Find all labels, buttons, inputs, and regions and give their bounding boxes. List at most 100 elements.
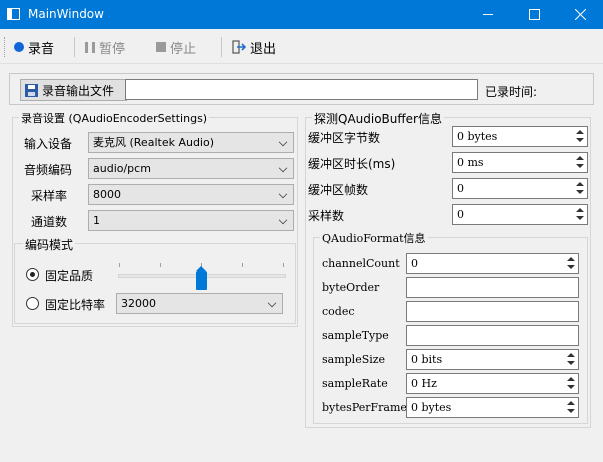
chevron-down-icon <box>278 215 288 225</box>
exit-button[interactable]: 退出 <box>232 38 276 57</box>
byte-order-field[interactable] <box>406 277 579 298</box>
spin-buttons[interactable] <box>565 399 577 416</box>
format-sample-rate-label: sampleRate <box>322 377 388 390</box>
spin-up-icon <box>576 156 584 160</box>
minimize-button[interactable] <box>465 0 511 29</box>
slider-tick <box>160 263 161 267</box>
encoder-settings-group: 录音设置 (QAudioEncoderSettings) 输入设备 麦克风 (R… <box>12 110 298 327</box>
byte-count-value: 0 bytes <box>457 130 498 143</box>
spin-up-icon <box>576 130 584 134</box>
sample-rate-label: 采样率 <box>31 189 68 203</box>
pause-icon <box>85 41 95 53</box>
chevron-down-icon <box>278 137 288 147</box>
output-file-button-label: 录音输出文件 <box>42 83 115 98</box>
fixed-quality-radio[interactable] <box>26 268 39 281</box>
bitrate-select[interactable]: 32000 <box>116 293 283 314</box>
pause-button[interactable]: 暂停 <box>85 38 126 57</box>
spin-buttons[interactable] <box>574 128 586 145</box>
duration-spinbox[interactable]: 0 ms <box>452 152 588 173</box>
bytes-per-frame-value: 0 bytes <box>411 401 452 414</box>
codec-select[interactable]: audio/pcm <box>88 158 294 179</box>
spin-up-icon <box>576 208 584 212</box>
audio-buffer-title: 探测QAudioBuffer信息 <box>312 110 444 127</box>
pause-label: 暂停 <box>99 41 126 57</box>
audio-buffer-group: 探测QAudioBuffer信息 缓冲区字节数 0 bytes 缓冲区时长(ms… <box>305 110 591 428</box>
sample-count-label: 采样数 <box>308 209 345 223</box>
duration-label: 缓冲区时长(ms) <box>308 157 396 171</box>
input-device-label: 输入设备 <box>24 137 73 151</box>
save-icon <box>25 83 38 97</box>
format-codec-field[interactable] <box>406 301 579 322</box>
spin-down-icon <box>576 164 584 168</box>
sample-size-value: 0 bits <box>411 353 443 366</box>
fixed-quality-label: 固定品质 <box>45 269 94 283</box>
app-window-icon <box>7 8 20 20</box>
chevron-down-icon <box>278 163 288 173</box>
format-sample-rate-spinbox[interactable]: 0 Hz <box>406 373 579 394</box>
spin-up-icon <box>567 353 575 357</box>
encoder-settings-title: 录音设置 (QAudioEncoderSettings) <box>19 110 210 126</box>
sample-type-label: sampleType <box>322 329 389 342</box>
spin-buttons[interactable] <box>565 375 577 392</box>
toolbar-grip[interactable] <box>4 37 7 57</box>
format-sample-rate-value: 0 Hz <box>411 377 437 390</box>
format-codec-label: codec <box>322 305 355 318</box>
stop-icon <box>156 42 166 52</box>
spin-down-icon <box>576 138 584 142</box>
frame-count-value: 0 <box>457 182 464 195</box>
channels-select[interactable]: 1 <box>88 210 294 231</box>
output-path-input[interactable] <box>125 79 478 100</box>
fixed-bitrate-label: 固定比特率 <box>45 298 106 312</box>
spin-up-icon <box>576 182 584 186</box>
sample-count-spinbox[interactable]: 0 <box>452 204 588 225</box>
output-file-frame: 录音输出文件 已录时间: <box>9 73 594 105</box>
channels-label: 通道数 <box>31 215 68 229</box>
audio-format-group: QAudioFormat信息 channelCount 0 byteOrder … <box>313 230 588 424</box>
spin-up-icon <box>567 377 575 381</box>
sample-rate-value: 8000 <box>93 188 121 201</box>
codec-value: audio/pcm <box>93 162 151 175</box>
chevron-down-icon <box>267 298 277 308</box>
frame-count-label: 缓冲区帧数 <box>308 183 369 197</box>
spin-buttons[interactable] <box>565 351 577 368</box>
maximize-button[interactable] <box>511 0 557 29</box>
channels-value: 1 <box>93 214 100 227</box>
encoding-mode-group: 编码模式 固定品质 固定比特率 32000 <box>14 236 296 324</box>
stop-button[interactable]: 停止 <box>156 38 196 57</box>
spin-buttons[interactable] <box>565 255 577 272</box>
sample-size-spinbox[interactable]: 0 bits <box>406 349 579 370</box>
channel-count-value: 0 <box>411 257 418 270</box>
spin-down-icon <box>567 361 575 365</box>
chevron-down-icon <box>278 189 288 199</box>
spin-down-icon <box>567 385 575 389</box>
window-title: MainWindow <box>28 7 104 21</box>
frame-count-spinbox[interactable]: 0 <box>452 178 588 199</box>
codec-label: 音频编码 <box>24 163 73 177</box>
bytes-per-frame-label: bytesPerFrame <box>322 401 407 414</box>
close-button[interactable] <box>557 0 603 29</box>
spin-down-icon <box>576 216 584 220</box>
channel-count-spinbox[interactable]: 0 <box>406 253 579 274</box>
spin-up-icon <box>567 257 575 261</box>
output-file-button[interactable]: 录音输出文件 <box>20 79 127 101</box>
channel-count-label: channelCount <box>322 257 400 270</box>
bytes-per-frame-spinbox[interactable]: 0 bytes <box>406 397 579 418</box>
sample-rate-select[interactable]: 8000 <box>88 184 294 205</box>
bitrate-value: 32000 <box>121 297 156 310</box>
record-button[interactable]: 录音 <box>14 38 54 57</box>
spin-buttons[interactable] <box>574 154 586 171</box>
title-bar: MainWindow <box>0 0 603 29</box>
spin-up-icon <box>567 401 575 405</box>
input-device-select[interactable]: 麦克风 (Realtek Audio) <box>88 132 294 153</box>
quality-slider-handle[interactable] <box>196 266 207 290</box>
sample-type-field[interactable] <box>406 325 579 346</box>
encoding-mode-title: 编码模式 <box>23 236 76 253</box>
sample-count-value: 0 <box>457 208 464 221</box>
spin-down-icon <box>567 265 575 269</box>
fixed-bitrate-radio[interactable] <box>26 297 39 310</box>
input-device-value: 麦克风 (Realtek Audio) <box>93 136 215 149</box>
spin-buttons[interactable] <box>574 180 586 197</box>
byte-count-spinbox[interactable]: 0 bytes <box>452 126 588 147</box>
toolbar: 录音 暂停 停止 退出 <box>0 29 603 64</box>
spin-buttons[interactable] <box>574 206 586 223</box>
